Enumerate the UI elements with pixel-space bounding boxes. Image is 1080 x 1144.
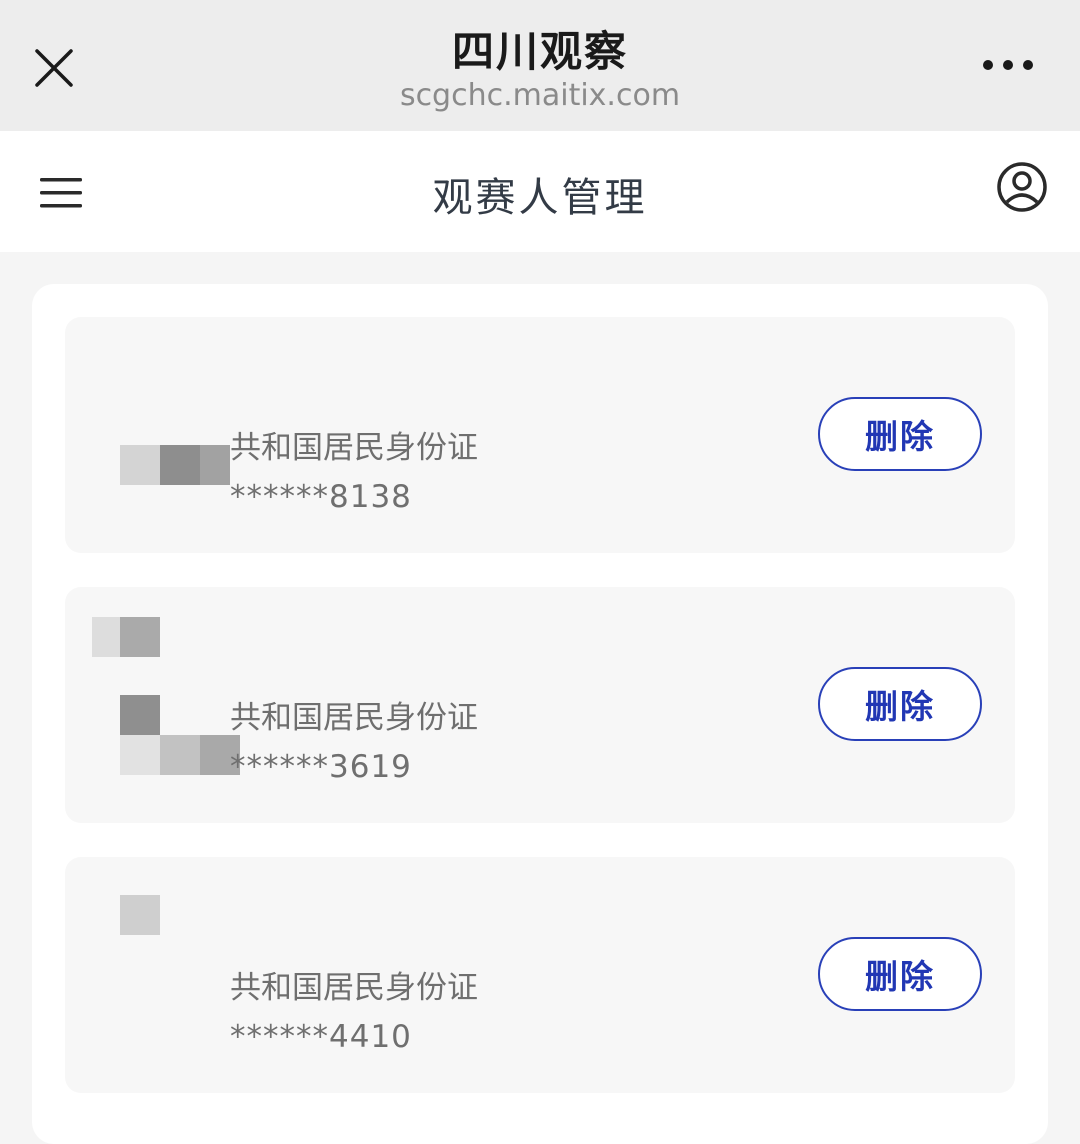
delete-viewer-button[interactable]: 删除 bbox=[818, 397, 982, 471]
more-options-button[interactable] bbox=[968, 40, 1048, 90]
user-account-icon bbox=[997, 162, 1047, 212]
viewer-name-redacted bbox=[120, 887, 260, 935]
viewer-id-number: ******8138 bbox=[230, 479, 412, 515]
viewer-id-type: 共和国居民身份证 bbox=[230, 700, 478, 736]
delete-viewer-button[interactable]: 删除 bbox=[818, 937, 982, 1011]
more-horizontal-icon bbox=[983, 60, 1033, 70]
user-account-button[interactable] bbox=[992, 157, 1052, 217]
viewer-card: 共和国居民身份证 ******3619 删除 bbox=[65, 587, 1015, 823]
viewer-id-number: ******4410 bbox=[230, 1019, 412, 1055]
browser-page-title: 四川观察 bbox=[451, 27, 628, 76]
delete-viewer-button[interactable]: 删除 bbox=[818, 667, 982, 741]
viewer-id-type: 共和国居民身份证 bbox=[230, 430, 478, 466]
browser-top-bar: 四川观察 scgchc.maitix.com bbox=[0, 0, 1080, 131]
viewer-card: 共和国居民身份证 ******8138 删除 bbox=[65, 317, 1015, 553]
viewer-list: 共和国居民身份证 ******8138 删除 共和国居民身份证 ******36… bbox=[32, 284, 1048, 1144]
viewer-name-redacted bbox=[120, 347, 260, 485]
viewer-id-type: 共和国居民身份证 bbox=[230, 970, 478, 1006]
app-header: 观赛人管理 bbox=[0, 131, 1080, 252]
viewer-card: 共和国居民身份证 ******4410 删除 bbox=[65, 857, 1015, 1093]
page-title: 观赛人管理 bbox=[432, 175, 648, 221]
browser-url: scgchc.maitix.com bbox=[399, 78, 681, 113]
viewer-id-number: ******3619 bbox=[230, 749, 412, 785]
viewer-name-redacted bbox=[92, 617, 260, 775]
